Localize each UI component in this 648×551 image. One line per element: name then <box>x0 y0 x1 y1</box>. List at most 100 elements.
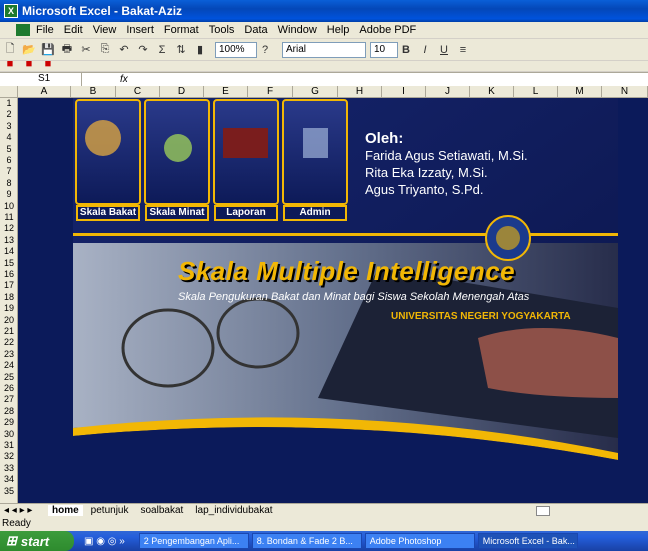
row-header[interactable]: 25 <box>0 372 18 382</box>
app-subtitle: Skala Pengukuran Bakat dan Minat bagi Si… <box>178 291 530 303</box>
row-header[interactable]: 22 <box>0 337 18 347</box>
menu-window[interactable]: Window <box>278 24 317 36</box>
row-header[interactable]: 2 <box>0 109 18 119</box>
pdf-toolbar: ■ ■ ■ <box>0 56 648 72</box>
banner-menu-admin[interactable]: Admin <box>283 205 347 221</box>
fx-icon[interactable]: fx <box>120 74 128 85</box>
title-bar: X Microsoft Excel - Bakat-Aziz <box>0 0 648 22</box>
row-header[interactable]: 16 <box>0 269 18 279</box>
column-header[interactable]: C <box>116 86 160 98</box>
column-header[interactable]: D <box>160 86 204 98</box>
row-header[interactable]: 8 <box>0 178 18 188</box>
menu-adobe-pdf[interactable]: Adobe PDF <box>359 24 416 36</box>
column-header[interactable]: M <box>558 86 602 98</box>
column-header[interactable]: A <box>18 86 71 98</box>
start-button[interactable]: ⊞ start <box>0 531 74 551</box>
row-header[interactable]: 35 <box>0 486 18 496</box>
tab-scroll-buttons[interactable]: ◂ ◂ ▸ ▸ <box>4 505 44 516</box>
tab-soalbakat[interactable]: soalbakat <box>136 505 187 516</box>
column-header[interactable]: E <box>204 86 248 98</box>
row-header[interactable]: 3 <box>0 121 18 131</box>
excel-icon: X <box>4 4 18 18</box>
menu-data[interactable]: Data <box>244 24 267 36</box>
window-title: Microsoft Excel - Bakat-Aziz <box>22 4 183 18</box>
menu-insert[interactable]: Insert <box>126 24 154 36</box>
row-header[interactable]: 33 <box>0 463 18 473</box>
menu-view[interactable]: View <box>93 24 117 36</box>
column-header[interactable]: J <box>426 86 470 98</box>
pdf-mail-icon[interactable]: ■ <box>21 56 37 72</box>
row-header[interactable]: 31 <box>0 440 18 450</box>
row-header[interactable]: 14 <box>0 246 18 256</box>
quick-launch-icons[interactable]: ▣ ◉ ◎ » <box>84 536 125 547</box>
row-header[interactable]: 10 <box>0 201 18 211</box>
author-2: Rita Eka Izzaty, M.Si. <box>365 165 488 180</box>
status-bar: Ready <box>0 517 648 531</box>
column-header[interactable]: I <box>382 86 426 98</box>
row-header[interactable]: 13 <box>0 235 18 245</box>
name-box[interactable]: S1 <box>0 73 82 86</box>
horizontal-scrollbar[interactable] <box>536 505 550 516</box>
select-all-corner[interactable] <box>0 86 18 98</box>
spreadsheet-banner: Skala Bakat Skala Minat Laporan Admin Ol… <box>18 98 648 503</box>
app-title: Skala Multiple Intelligence <box>178 256 516 286</box>
row-header[interactable]: 12 <box>0 223 18 233</box>
row-header[interactable]: 20 <box>0 315 18 325</box>
row-header[interactable]: 32 <box>0 451 18 461</box>
tab-lap-individubakat[interactable]: lap_individubakat <box>191 505 276 516</box>
column-header[interactable]: L <box>514 86 558 98</box>
row-header[interactable]: 1 <box>0 98 18 108</box>
column-header[interactable]: N <box>602 86 648 98</box>
menu-edit[interactable]: Edit <box>64 24 83 36</box>
row-header[interactable]: 6 <box>0 155 18 165</box>
banner-menu-skala-bakat[interactable]: Skala Bakat <box>76 205 140 221</box>
task-item[interactable]: Microsoft Excel - Bak... <box>477 533 578 549</box>
workbook-icon[interactable] <box>16 24 30 36</box>
task-item[interactable]: 8. Bondan & Fade 2 B... <box>251 533 362 549</box>
row-header[interactable]: 17 <box>0 280 18 290</box>
row-header[interactable]: 29 <box>0 417 18 427</box>
row-header[interactable]: 34 <box>0 474 18 484</box>
sheet-tabs-bar: ◂ ◂ ▸ ▸ home petunjuk soalbakat lap_indi… <box>0 503 648 517</box>
row-header[interactable]: 30 <box>0 429 18 439</box>
menu-help[interactable]: Help <box>327 24 350 36</box>
row-header[interactable]: 9 <box>0 189 18 199</box>
row-header[interactable]: 19 <box>0 303 18 313</box>
task-item[interactable]: Adobe Photoshop <box>364 533 475 549</box>
column-header[interactable]: G <box>293 86 338 98</box>
row-header[interactable]: 28 <box>0 406 18 416</box>
author-3: Agus Triyanto, S.Pd. <box>365 182 484 197</box>
task-item[interactable]: 2 Pengembangan Apli... <box>138 533 249 549</box>
column-header[interactable]: B <box>71 86 116 98</box>
row-header[interactable]: 11 <box>0 212 18 222</box>
banner-menu-laporan[interactable]: Laporan <box>214 205 278 221</box>
row-header[interactable]: 27 <box>0 394 18 404</box>
row-header[interactable]: 15 <box>0 258 18 268</box>
row-header[interactable]: 23 <box>0 349 18 359</box>
row-header[interactable]: 5 <box>0 144 18 154</box>
tab-petunjuk[interactable]: petunjuk <box>87 505 133 516</box>
university-name: UNIVERSITAS NEGERI YOGYAKARTA <box>391 311 571 322</box>
column-header[interactable]: F <box>248 86 293 98</box>
windows-logo-icon: ⊞ <box>6 533 17 548</box>
row-header[interactable]: 21 <box>0 326 18 336</box>
author-1: Farida Agus Setiawati, M.Si. <box>365 148 528 163</box>
column-header[interactable]: K <box>470 86 514 98</box>
banner-menu-skala-minat[interactable]: Skala Minat <box>145 205 209 221</box>
tab-home[interactable]: home <box>48 505 83 516</box>
row-header[interactable]: 18 <box>0 292 18 302</box>
pdf-review-icon[interactable]: ■ <box>40 56 56 72</box>
row-header[interactable]: 24 <box>0 360 18 370</box>
row-header[interactable]: 7 <box>0 166 18 176</box>
pdf-icon[interactable]: ■ <box>2 56 18 72</box>
taskbar: ⊞ start ▣ ◉ ◎ » 2 Pengembangan Apli... 8… <box>0 531 648 551</box>
start-label: start <box>20 533 50 549</box>
column-header[interactable]: H <box>338 86 382 98</box>
row-header[interactable]: 4 <box>0 132 18 142</box>
menu-bar: File Edit View Insert Format Tools Data … <box>0 22 648 39</box>
row-header[interactable]: 26 <box>0 383 18 393</box>
menu-tools[interactable]: Tools <box>209 24 235 36</box>
menu-file[interactable]: File <box>36 24 54 36</box>
formula-bar: S1 fx <box>0 72 648 86</box>
menu-format[interactable]: Format <box>164 24 199 36</box>
